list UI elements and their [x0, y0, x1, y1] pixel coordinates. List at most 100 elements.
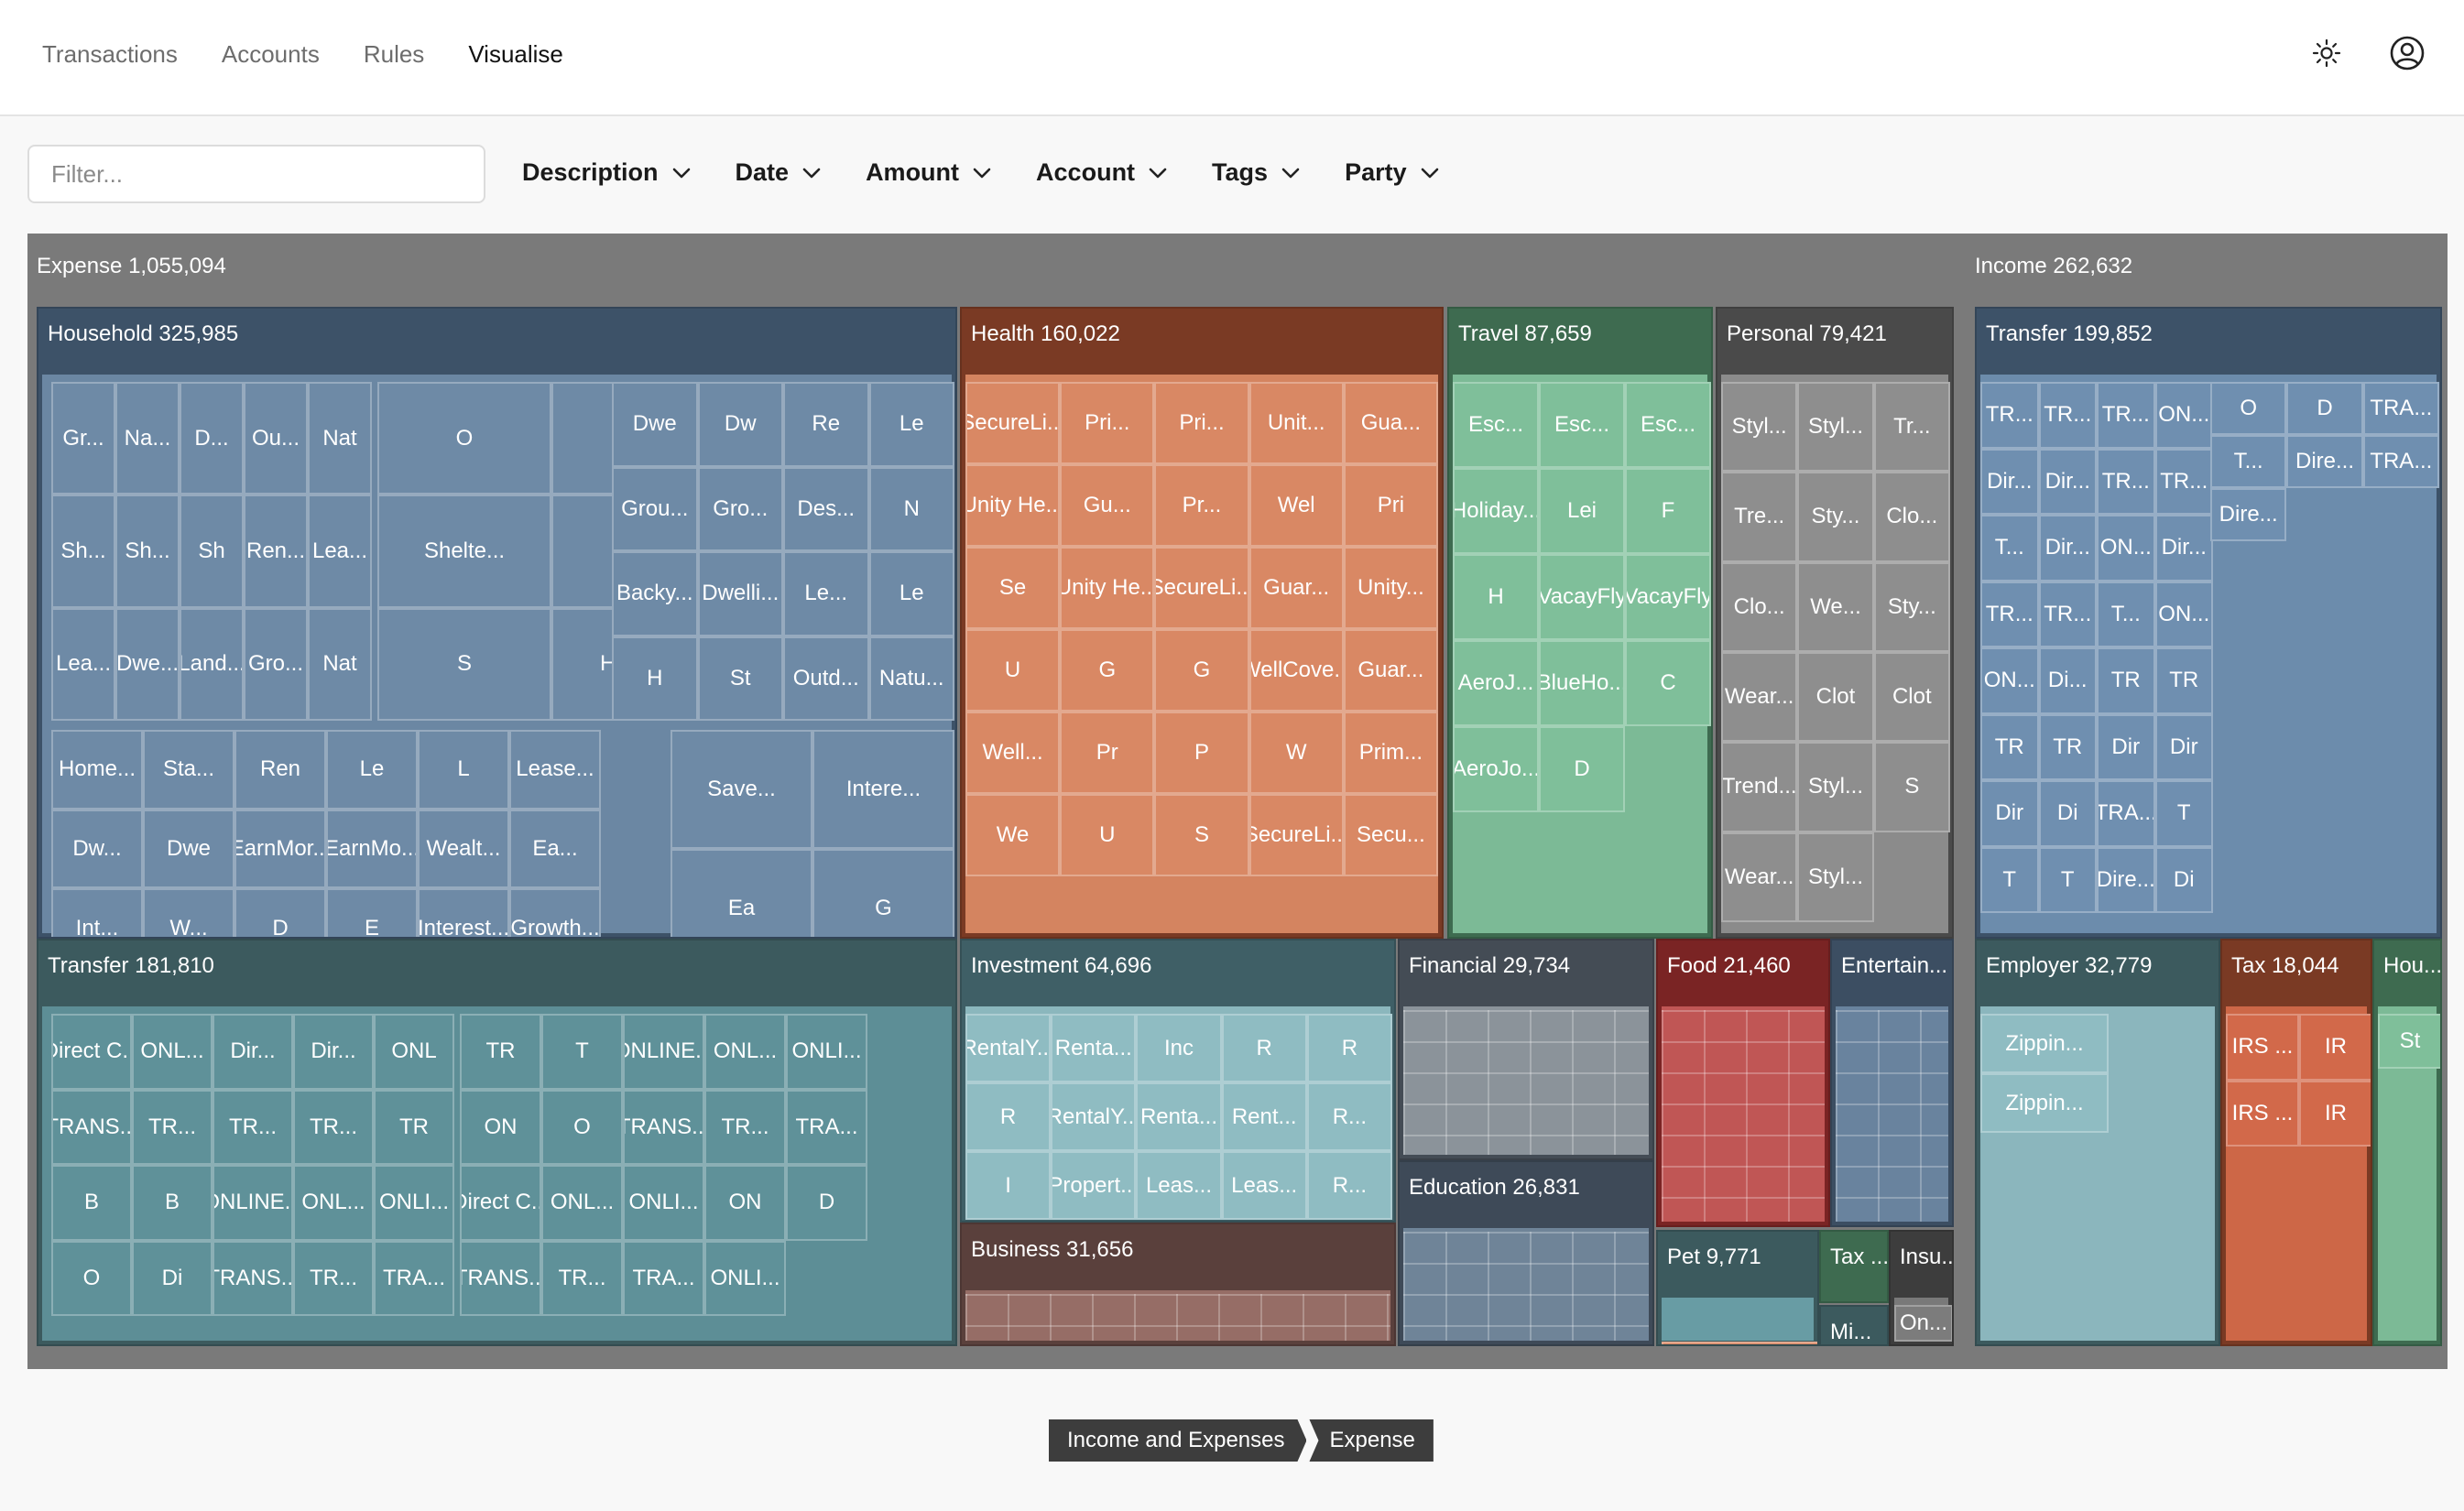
- treemap-cell[interactable]: D...: [180, 382, 244, 495]
- treemap-group-insurance[interactable]: Insu... On...: [1889, 1230, 1954, 1346]
- treemap-cell[interactable]: TR...: [293, 1089, 374, 1165]
- treemap-cell[interactable]: Dir...: [213, 1014, 293, 1090]
- treemap-cell[interactable]: Dir: [2097, 713, 2155, 780]
- treemap-cell[interactable]: Gu...: [1060, 464, 1155, 547]
- treemap-cell[interactable]: ONL...: [704, 1014, 786, 1090]
- treemap-cell[interactable]: O: [541, 1089, 623, 1165]
- treemap-cell[interactable]: TR: [2154, 647, 2213, 714]
- treemap-cell[interactable]: Pri...: [1154, 382, 1249, 464]
- treemap-cell[interactable]: TRA...: [2362, 435, 2439, 488]
- treemap-cell[interactable]: TRANS...: [460, 1240, 541, 1316]
- treemap-cell[interactable]: Direct C...: [460, 1165, 541, 1241]
- treemap-cell[interactable]: TR...: [213, 1089, 293, 1165]
- treemap-cell[interactable]: Na...: [115, 382, 180, 495]
- treemap-cell[interactable]: ONLI...: [786, 1014, 867, 1090]
- treemap-cell[interactable]: Lea...: [51, 607, 115, 721]
- treemap-group-financial[interactable]: Financial 29,734: [1398, 939, 1654, 1160]
- treemap-cell[interactable]: ONL: [374, 1014, 454, 1090]
- treemap-cell[interactable]: Dir...: [2154, 515, 2213, 582]
- dropdown-description[interactable]: Description: [522, 158, 692, 187]
- treemap-group-tax_exp[interactable]: Tax ...: [1819, 1230, 1889, 1303]
- treemap-cell[interactable]: Dwe: [612, 382, 698, 467]
- treemap-cell[interactable]: Des...: [783, 466, 869, 551]
- treemap-cell[interactable]: Pri: [1343, 464, 1438, 547]
- treemap-cell[interactable]: G: [812, 849, 954, 937]
- treemap-cell[interactable]: Dw...: [51, 809, 143, 889]
- treemap-cell[interactable]: Sta...: [143, 730, 234, 810]
- treemap-cell[interactable]: Wel: [1248, 464, 1344, 547]
- treemap-cell[interactable]: Dir...: [293, 1014, 374, 1090]
- treemap-cell[interactable]: TR...: [704, 1089, 786, 1165]
- treemap-cell[interactable]: R: [1221, 1014, 1307, 1082]
- treemap-cell[interactable]: R...: [1306, 1082, 1392, 1151]
- treemap-cell[interactable]: ONLI...: [704, 1240, 786, 1316]
- treemap-cell[interactable]: Tr...: [1873, 382, 1950, 473]
- treemap-cell[interactable]: Styl...: [1721, 382, 1798, 473]
- treemap-cell[interactable]: Inc: [1136, 1014, 1222, 1082]
- treemap-cell[interactable]: Sty...: [1873, 561, 1950, 652]
- treemap-cell[interactable]: T: [1980, 846, 2039, 913]
- treemap-cell[interactable]: Clo...: [1873, 472, 1950, 562]
- treemap-cell[interactable]: Le...: [783, 551, 869, 636]
- treemap-cell[interactable]: R...: [1306, 1151, 1392, 1220]
- treemap-group-employer[interactable]: Employer 32,779 Zippin... Zippin...: [1975, 939, 2220, 1346]
- treemap-cell[interactable]: TR...: [293, 1240, 374, 1316]
- treemap-cell[interactable]: TRA...: [374, 1240, 454, 1316]
- treemap-cell[interactable]: Propert...: [1051, 1151, 1137, 1220]
- treemap-cell[interactable]: Di: [2154, 846, 2213, 913]
- treemap-cell[interactable]: WellCove...: [1248, 629, 1344, 712]
- treemap-cell[interactable]: T...: [1980, 515, 2039, 582]
- breadcrumb-income-and-expenses[interactable]: Income and Expenses: [1049, 1419, 1306, 1462]
- treemap-cell[interactable]: Save...: [671, 730, 812, 849]
- treemap-cell[interactable]: IRS ...: [2226, 1014, 2299, 1081]
- treemap-cell[interactable]: B: [51, 1165, 132, 1241]
- treemap-cell[interactable]: L: [418, 730, 509, 810]
- treemap-cell[interactable]: Le: [868, 382, 954, 467]
- treemap-cell[interactable]: TRA...: [2362, 382, 2439, 435]
- treemap-cell[interactable]: Int...: [51, 888, 143, 937]
- treemap-cell[interactable]: G: [1060, 629, 1155, 712]
- treemap-cell[interactable]: O: [377, 382, 551, 495]
- treemap-cell[interactable]: ONL...: [293, 1165, 374, 1241]
- treemap-cell[interactable]: E: [326, 888, 418, 937]
- treemap-cell[interactable]: Pri...: [1060, 382, 1155, 464]
- treemap-cell[interactable]: Le: [868, 551, 954, 636]
- treemap-cell[interactable]: We...: [1797, 561, 1874, 652]
- treemap-cell[interactable]: Leas...: [1136, 1151, 1222, 1220]
- treemap-cell[interactable]: Dw: [697, 382, 783, 467]
- treemap-cell[interactable]: Nat: [308, 382, 372, 495]
- treemap-cell[interactable]: EarnMor...: [234, 809, 326, 889]
- treemap-cell[interactable]: SecureLi...: [1154, 547, 1249, 629]
- treemap-cell[interactable]: TR...: [2097, 382, 2155, 449]
- treemap-cell[interactable]: TRA...: [623, 1240, 704, 1316]
- treemap-cell[interactable]: ON...: [2154, 581, 2213, 647]
- treemap-group-business[interactable]: Business 31,656: [960, 1223, 1396, 1346]
- treemap-cell[interactable]: Styl...: [1797, 742, 1874, 832]
- dropdown-date[interactable]: Date: [736, 158, 823, 187]
- treemap-cell[interactable]: Software: [1662, 1342, 1817, 1344]
- treemap-cell[interactable]: Outd...: [783, 636, 869, 721]
- treemap-cell[interactable]: VacayFly: [1625, 554, 1711, 640]
- treemap-cell[interactable]: Zippin...: [1980, 1073, 2109, 1133]
- treemap-group-education[interactable]: Education 26,831: [1398, 1160, 1654, 1346]
- treemap-cell[interactable]: S: [1873, 742, 1950, 832]
- treemap-group-misc[interactable]: Mi...: [1819, 1305, 1889, 1346]
- treemap-cell[interactable]: RentalY...: [1051, 1082, 1137, 1151]
- treemap-cell[interactable]: Ren: [234, 730, 326, 810]
- treemap-cell[interactable]: Secu...: [1343, 794, 1438, 876]
- treemap-cell[interactable]: Dwe: [143, 809, 234, 889]
- breadcrumb-expense[interactable]: Expense: [1309, 1419, 1434, 1462]
- treemap-cell[interactable]: TR: [1980, 713, 2039, 780]
- treemap-cell[interactable]: Ea...: [509, 809, 601, 889]
- treemap-cell[interactable]: ON...: [2154, 382, 2213, 449]
- treemap-cell[interactable]: EarnMo...: [326, 809, 418, 889]
- treemap-cell[interactable]: Le: [326, 730, 418, 810]
- treemap-group-income_hou[interactable]: Hou... St: [2372, 939, 2442, 1346]
- treemap-group-health[interactable]: Health 160,022SecureLi...Pri...Pri...Uni…: [960, 307, 1444, 939]
- treemap-cell[interactable]: Home...: [51, 730, 143, 810]
- treemap-cell[interactable]: Grou...: [612, 466, 698, 551]
- treemap-cell[interactable]: Dir...: [2038, 515, 2097, 582]
- treemap-cell[interactable]: Pr: [1060, 712, 1155, 794]
- treemap-cell[interactable]: Interest...: [418, 888, 509, 937]
- treemap-cell[interactable]: Land...: [180, 607, 244, 721]
